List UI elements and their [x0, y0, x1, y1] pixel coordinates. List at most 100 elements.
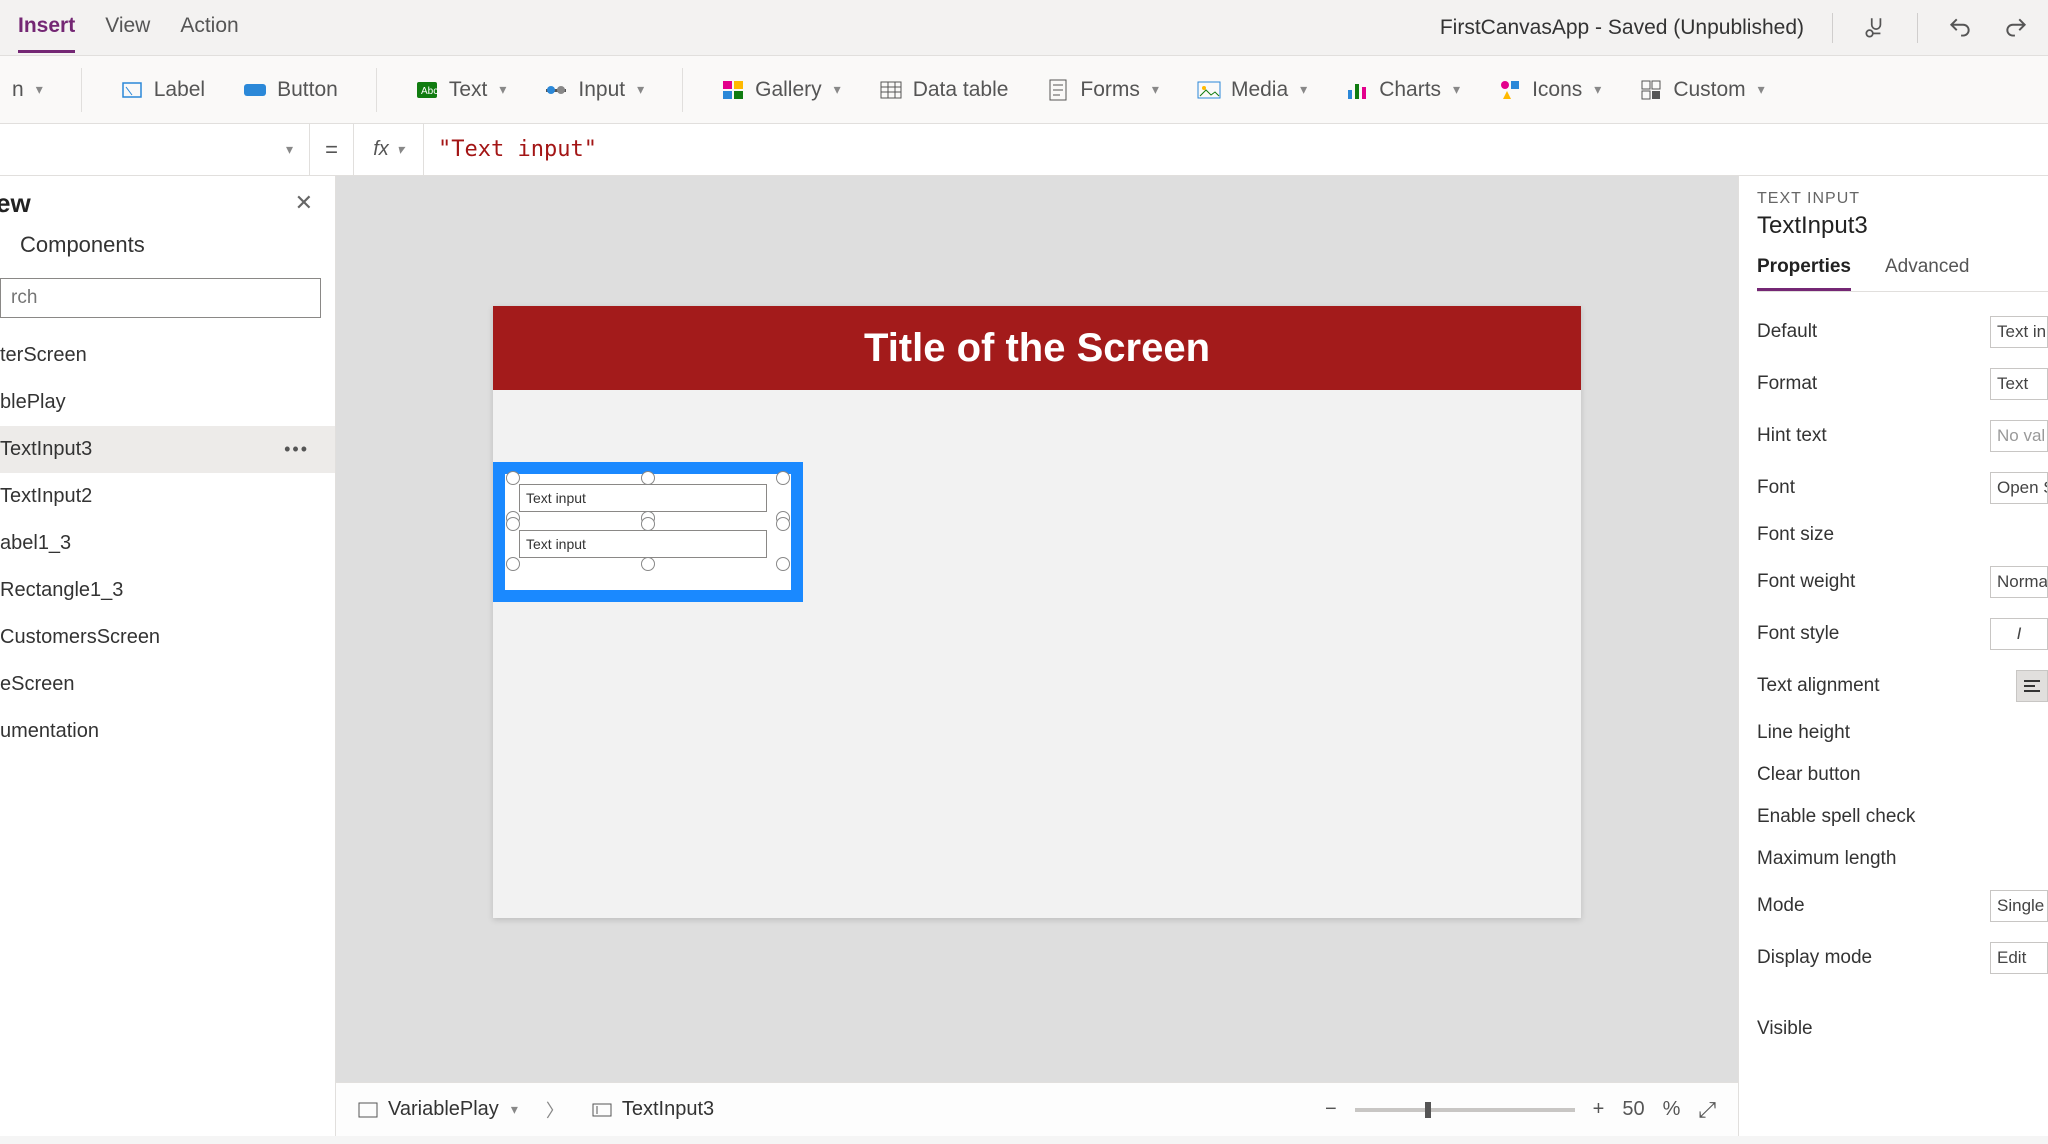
prop-label: Mode: [1757, 895, 1805, 917]
zoom-slider[interactable]: [1355, 1108, 1575, 1112]
canvas-area[interactable]: ☟ Title of the Screen Text input Text in…: [336, 176, 1738, 1136]
button-icon: [243, 78, 267, 102]
textinput-control[interactable]: Text input: [519, 484, 777, 512]
breadcrumb-control[interactable]: TextInput3: [592, 1098, 714, 1121]
chevron-down-icon: ▾: [1758, 81, 1765, 98]
ribbon-button[interactable]: Button: [243, 78, 338, 102]
properties-panel: TEXT INPUT TextInput3 Properties Advance…: [1738, 176, 2048, 1136]
zoom-in-button[interactable]: +: [1593, 1098, 1605, 1121]
search-input[interactable]: [0, 278, 321, 318]
prop-value-input[interactable]: Edit: [1990, 942, 2048, 974]
formula-input[interactable]: "Text input": [424, 124, 2048, 175]
more-icon[interactable]: •••: [284, 439, 327, 460]
tree-item[interactable]: CustomersScreen: [0, 614, 335, 661]
charts-icon: [1345, 78, 1369, 102]
textinput-field[interactable]: Text input: [519, 530, 767, 558]
prop-value-input[interactable]: Norma: [1990, 566, 2048, 598]
ribbon-forms[interactable]: Forms▾: [1046, 78, 1159, 102]
ribbon-charts[interactable]: Charts▾: [1345, 78, 1460, 102]
align-left-button[interactable]: [2016, 670, 2048, 702]
prop-font: Font Open S: [1757, 462, 2048, 514]
custom-icon: [1639, 78, 1663, 102]
menu-view[interactable]: View: [105, 2, 150, 53]
tree-item[interactable]: blePlay: [0, 379, 335, 426]
undo-icon[interactable]: [1946, 14, 1974, 42]
ribbon-input[interactable]: Input▾: [544, 78, 644, 102]
text-icon: Abc: [415, 78, 439, 102]
tab-properties[interactable]: Properties: [1757, 256, 1851, 291]
prop-value-input[interactable]: Single: [1990, 890, 2048, 922]
chevron-down-icon: ▾: [36, 81, 43, 98]
control-name[interactable]: TextInput3: [1757, 212, 2048, 240]
chevron-down-icon: ▾: [286, 141, 293, 158]
ribbon-text[interactable]: Abc Text▾: [415, 78, 507, 102]
zoom-thumb[interactable]: [1425, 1102, 1431, 1118]
prop-label: Maximum length: [1757, 848, 1896, 870]
tree-tab-components[interactable]: Components: [0, 226, 335, 272]
prop-value-input[interactable]: No val: [1990, 420, 2048, 452]
ribbon-custom[interactable]: Custom ▾: [1639, 78, 1764, 102]
tree-item-selected[interactable]: TextInput3•••: [0, 426, 335, 473]
divider: [376, 68, 377, 112]
prop-lineheight: Line height: [1757, 712, 2048, 754]
breadcrumb-screen-label: VariablePlay: [388, 1098, 499, 1121]
ribbon-gallery[interactable]: Gallery▾: [721, 78, 841, 102]
tree-item[interactable]: TextInput2: [0, 473, 335, 520]
label-icon: [120, 78, 144, 102]
screen-title-bar[interactable]: Title of the Screen: [493, 306, 1581, 390]
prop-value-input[interactable]: I: [1990, 618, 2048, 650]
fit-to-window-icon[interactable]: ⤢: [1698, 1097, 1716, 1123]
prop-clearbutton: Clear button: [1757, 754, 2048, 796]
prop-default: Default Text in: [1757, 306, 2048, 358]
ribbon-datatable[interactable]: Data table: [879, 78, 1009, 102]
ribbon-media[interactable]: Media▾: [1197, 78, 1307, 102]
selection-group[interactable]: Text input Text input: [493, 462, 803, 602]
close-icon[interactable]: ✕: [287, 186, 321, 220]
ribbon-icons[interactable]: Icons▾: [1498, 78, 1601, 102]
menu-insert[interactable]: Insert: [18, 2, 75, 53]
prop-value-input[interactable]: Text in: [1990, 316, 2048, 348]
tree-item[interactable]: abel1_3: [0, 520, 335, 567]
tree-item[interactable]: eScreen: [0, 661, 335, 708]
textinput-field[interactable]: Text input: [519, 484, 767, 512]
media-icon: [1197, 78, 1221, 102]
tree-item[interactable]: umentation: [0, 708, 335, 755]
ribbon-custom-label: Custom: [1673, 78, 1745, 102]
chevron-down-icon: ▾: [1594, 81, 1601, 98]
prop-mode: Mode Single: [1757, 880, 2048, 932]
redo-icon[interactable]: [2002, 14, 2030, 42]
prop-value-input[interactable]: Open S: [1990, 472, 2048, 504]
menu-action[interactable]: Action: [180, 2, 238, 53]
prop-label: Font: [1757, 477, 1795, 499]
zoom-out-button[interactable]: −: [1325, 1098, 1337, 1121]
breadcrumb-bar: VariablePlay ▾ 〉 TextInput3 − + 50 % ⤢: [336, 1082, 1738, 1136]
tree-item[interactable]: Rectangle1_3: [0, 567, 335, 614]
prop-hint: Hint textNo val: [1757, 410, 2048, 462]
textinput-control[interactable]: Text input: [519, 530, 777, 558]
svg-text:Abc: Abc: [421, 86, 438, 97]
breadcrumb-screen[interactable]: VariablePlay ▾: [358, 1098, 518, 1121]
prop-label: Clear button: [1757, 764, 1861, 786]
main-area: ew ✕ Components terScreen blePlay TextIn…: [0, 176, 2048, 1136]
prop-value-input[interactable]: Text: [1990, 368, 2048, 400]
tree-item-label: Rectangle1_3: [0, 579, 123, 602]
app-checker-icon[interactable]: [1861, 14, 1889, 42]
textinput-icon: [592, 1103, 612, 1117]
screen-canvas[interactable]: Title of the Screen Text input Text inpu…: [493, 306, 1581, 918]
prop-textalign: Text alignment: [1757, 660, 2048, 712]
ribbon-charts-label: Charts: [1379, 78, 1441, 102]
properties-tabs: Properties Advanced: [1757, 256, 2048, 292]
prop-label: Default: [1757, 321, 1817, 343]
new-screen-dropdown[interactable]: n▾: [12, 78, 43, 102]
app-title: FirstCanvasApp - Saved (Unpublished): [1440, 16, 1804, 40]
prop-label: Text alignment: [1757, 675, 1880, 697]
ribbon-gallery-label: Gallery: [755, 78, 822, 102]
ribbon-label[interactable]: Label: [120, 78, 205, 102]
fx-button[interactable]: fx▾: [354, 124, 424, 175]
control-type-label: TEXT INPUT: [1757, 190, 2048, 208]
tree-item-label: CustomersScreen: [0, 626, 160, 649]
prop-label: Font size: [1757, 524, 1834, 546]
tree-item[interactable]: terScreen: [0, 332, 335, 379]
tab-advanced[interactable]: Advanced: [1885, 256, 1970, 291]
property-selector[interactable]: ▾: [0, 124, 310, 175]
